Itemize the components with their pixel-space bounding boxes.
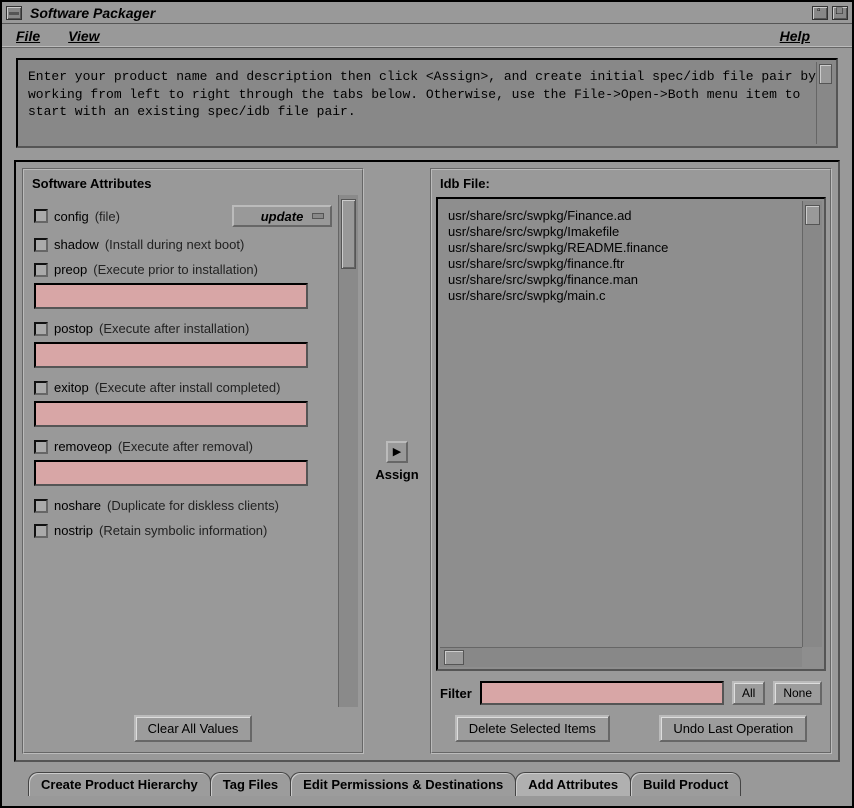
attributes-list: config (file) update shadow (Install dur… — [28, 195, 338, 707]
attr-shadow: shadow (Install during next boot) — [34, 237, 332, 252]
assign-label: Assign — [375, 467, 418, 482]
attr-nostrip: nostrip (Retain symbolic information) — [34, 523, 332, 538]
filter-none-button[interactable]: None — [773, 681, 822, 705]
checkbox-nostrip[interactable] — [34, 524, 48, 538]
menu-file[interactable]: File — [16, 28, 40, 44]
filter-all-button[interactable]: All — [732, 681, 765, 705]
delete-selected-button[interactable]: Delete Selected Items — [455, 715, 610, 742]
app-window: Software Packager File View Help Enter y… — [0, 0, 854, 808]
attr-label: preop — [54, 262, 87, 277]
message-text: Enter your product name and description … — [28, 69, 816, 119]
tab-add-attributes[interactable]: Add Attributes — [515, 772, 631, 796]
config-mode-dropdown[interactable]: update — [232, 205, 332, 227]
attr-preop: preop (Execute prior to installation) — [34, 262, 332, 277]
attributes-panel: Software Attributes config (file) update — [22, 168, 364, 754]
attr-removeop: removeop (Execute after removal) — [34, 439, 332, 454]
tab-tag-files[interactable]: Tag Files — [210, 772, 291, 796]
attr-label: shadow — [54, 237, 99, 252]
checkbox-exitop[interactable] — [34, 381, 48, 395]
list-item[interactable]: usr/share/src/swpkg/Finance.ad — [448, 208, 794, 223]
attr-label: removeop — [54, 439, 112, 454]
list-item[interactable]: usr/share/src/swpkg/finance.ftr — [448, 256, 794, 271]
attr-hint: (Install during next boot) — [105, 237, 244, 252]
preop-input[interactable] — [34, 283, 308, 309]
idb-horizontal-scrollbar[interactable] — [440, 647, 802, 667]
attr-label: config — [54, 209, 89, 224]
attr-hint: (Execute after installation) — [99, 321, 249, 336]
workarea: Software Attributes config (file) update — [14, 160, 840, 762]
attr-label: exitop — [54, 380, 89, 395]
tab-edit-permissions[interactable]: Edit Permissions & Destinations — [290, 772, 516, 796]
postop-input[interactable] — [34, 342, 308, 368]
play-icon: ▶ — [393, 445, 401, 458]
scrollbar-thumb[interactable] — [444, 650, 464, 665]
list-item[interactable]: usr/share/src/swpkg/Imakefile — [448, 224, 794, 239]
filter-row: Filter All None — [434, 673, 828, 709]
undo-last-operation-button[interactable]: Undo Last Operation — [659, 715, 807, 742]
message-panel: Enter your product name and description … — [16, 58, 838, 148]
attr-exitop: exitop (Execute after install completed) — [34, 380, 332, 395]
attr-postop: postop (Execute after installation) — [34, 321, 332, 336]
attributes-scrollbar[interactable] — [338, 195, 358, 707]
idb-file-list[interactable]: usr/share/src/swpkg/Finance.ad usr/share… — [440, 201, 802, 647]
checkbox-shadow[interactable] — [34, 238, 48, 252]
list-item[interactable]: usr/share/src/swpkg/README.finance — [448, 240, 794, 255]
scrollbar-thumb[interactable] — [341, 199, 356, 269]
idb-vertical-scrollbar[interactable] — [802, 201, 822, 647]
attr-hint: (Execute prior to installation) — [93, 262, 258, 277]
list-item[interactable]: usr/share/src/swpkg/main.c — [448, 288, 794, 303]
attr-label: nostrip — [54, 523, 93, 538]
checkbox-removeop[interactable] — [34, 440, 48, 454]
checkbox-noshare[interactable] — [34, 499, 48, 513]
titlebar: Software Packager — [2, 2, 852, 24]
menu-view[interactable]: View — [68, 28, 99, 44]
filter-input[interactable] — [480, 681, 724, 705]
attr-label: noshare — [54, 498, 101, 513]
dropdown-indicator-icon — [312, 213, 324, 219]
filter-label: Filter — [440, 686, 472, 701]
assign-button[interactable]: ▶ — [386, 441, 408, 463]
tabbar: Create Product Hierarchy Tag Files Edit … — [14, 768, 840, 796]
menubar: File View Help — [2, 24, 852, 48]
message-scrollbar[interactable] — [816, 62, 834, 144]
attr-noshare: noshare (Duplicate for diskless clients) — [34, 498, 332, 513]
menu-help[interactable]: Help — [780, 28, 810, 44]
tab-create-product-hierarchy[interactable]: Create Product Hierarchy — [28, 772, 211, 796]
attr-hint: (file) — [95, 209, 120, 224]
window-title: Software Packager — [30, 5, 808, 21]
exitop-input[interactable] — [34, 401, 308, 427]
checkbox-postop[interactable] — [34, 322, 48, 336]
scrollbar-thumb[interactable] — [819, 64, 832, 84]
idb-panel: Idb File: usr/share/src/swpkg/Finance.ad… — [430, 168, 832, 754]
tab-build-product[interactable]: Build Product — [630, 772, 741, 796]
idb-ops-row: Delete Selected Items Undo Last Operatio… — [434, 709, 828, 750]
checkbox-config[interactable] — [34, 209, 48, 223]
attr-config: config (file) update — [34, 205, 332, 227]
attr-hint: (Execute after removal) — [118, 439, 253, 454]
maximize-button[interactable] — [832, 6, 848, 20]
system-menu-icon[interactable] — [6, 6, 22, 20]
attr-hint: (Duplicate for diskless clients) — [107, 498, 279, 513]
assign-column: ▶ Assign — [370, 168, 424, 754]
idb-file-list-container: usr/share/src/swpkg/Finance.ad usr/share… — [436, 197, 826, 671]
checkbox-preop[interactable] — [34, 263, 48, 277]
list-item[interactable]: usr/share/src/swpkg/finance.man — [448, 272, 794, 287]
clear-all-values-button[interactable]: Clear All Values — [134, 715, 253, 742]
idb-title: Idb File: — [434, 172, 828, 195]
scrollbar-thumb[interactable] — [805, 205, 820, 225]
attributes-title: Software Attributes — [26, 172, 360, 195]
attr-label: postop — [54, 321, 93, 336]
attr-hint: (Execute after install completed) — [95, 380, 281, 395]
removeop-input[interactable] — [34, 460, 308, 486]
attr-hint: (Retain symbolic information) — [99, 523, 267, 538]
minimize-button[interactable] — [812, 6, 828, 20]
